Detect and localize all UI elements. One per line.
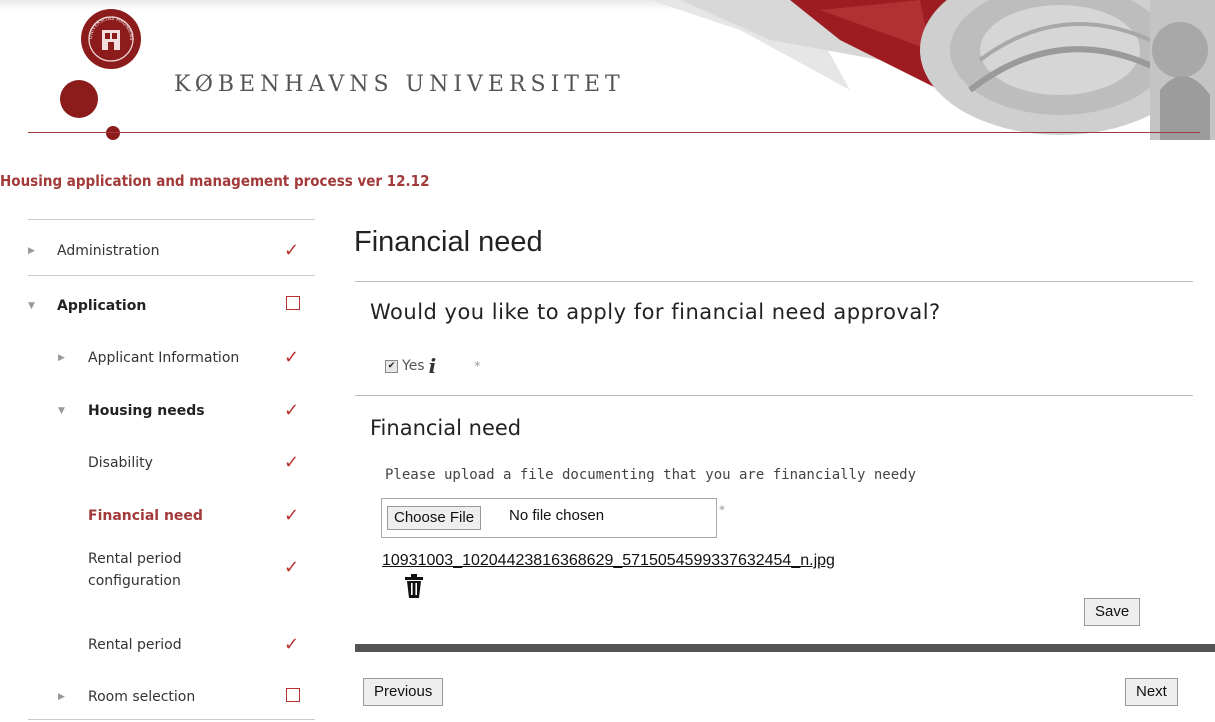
sidebar-item-label: Administration	[57, 243, 160, 259]
required-marker: *	[474, 359, 481, 373]
header-rule	[28, 132, 1200, 133]
sidebar-item-label: Financial need	[88, 508, 203, 524]
sidebar-divider	[28, 275, 315, 276]
info-icon[interactable]: i	[429, 354, 437, 378]
question-heading: Would you like to apply for financial ne…	[370, 300, 941, 324]
required-marker: *	[719, 503, 725, 517]
title-divider	[355, 281, 1193, 282]
expanded-arrow-icon: ▼	[28, 301, 35, 311]
completed-check-icon: ✓	[284, 557, 300, 578]
header-banner-art	[650, 0, 1215, 140]
collapsed-arrow-icon: ▶	[58, 353, 65, 363]
sidebar-item-label: Rental period	[88, 637, 182, 653]
uploaded-file-link[interactable]: 10931003_10204423816368629_5715054599337…	[382, 552, 835, 570]
sidebar-top-divider	[28, 219, 315, 220]
university-seal-logo: UNIVERSITAS HAUNIENSIS SIGILLUM	[80, 8, 141, 69]
university-name: KØBENHAVNS UNIVERSITET	[174, 72, 625, 97]
save-button[interactable]: Save	[1084, 598, 1141, 626]
collapsed-arrow-icon: ▶	[58, 692, 65, 702]
section-divider	[355, 395, 1193, 396]
section-heading: Financial need	[370, 416, 522, 440]
yes-option-row: ✔ Yes i *	[385, 354, 480, 378]
yes-label: Yes	[402, 358, 425, 374]
sidebar-item-label: Housing needs	[88, 403, 205, 419]
trash-icon[interactable]	[402, 572, 426, 600]
no-file-text: No file chosen	[509, 507, 605, 524]
sidebar-item-label: Room selection	[88, 689, 196, 705]
choose-file-button[interactable]: Choose File	[387, 506, 482, 530]
page-title: Financial need	[354, 226, 543, 258]
yes-checkbox[interactable]: ✔	[385, 359, 398, 373]
sidebar-item-label: Rental period configuration	[88, 551, 182, 589]
file-input[interactable]: Choose File No file chosen	[381, 498, 717, 538]
logo-dot-small	[106, 126, 120, 140]
collapsed-arrow-icon: ▶	[28, 246, 35, 256]
incomplete-box-icon	[286, 688, 300, 702]
completed-check-icon: ✓	[284, 634, 300, 655]
expanded-arrow-icon: ▼	[58, 406, 65, 416]
incomplete-box-icon	[286, 296, 300, 310]
site-header: UNIVERSITAS HAUNIENSIS SIGILLUM KØBENHAV…	[0, 0, 1215, 145]
sidebar-item-label: Application	[57, 298, 147, 314]
next-button[interactable]: Next	[1125, 678, 1178, 706]
logo-dot-large	[60, 80, 98, 118]
sidebar-nav: ▶ Administration ✓ ▼ Application ▶ Appli…	[28, 219, 315, 720]
upload-instruction: Please upload a file documenting that yo…	[385, 467, 917, 483]
process-title: Housing application and management proce…	[0, 172, 430, 190]
completed-check-icon: ✓	[284, 452, 300, 473]
sidebar-divider	[28, 719, 315, 720]
sidebar-item-label: Applicant Information	[88, 350, 240, 366]
completed-check-icon: ✓	[284, 347, 300, 368]
previous-button[interactable]: Previous	[363, 678, 444, 706]
completed-check-icon: ✓	[284, 400, 300, 421]
completed-check-icon: ✓	[284, 505, 300, 526]
form-footer-bar	[355, 644, 1215, 652]
completed-check-icon: ✓	[284, 240, 300, 261]
sidebar-item-label: Disability	[88, 455, 153, 471]
